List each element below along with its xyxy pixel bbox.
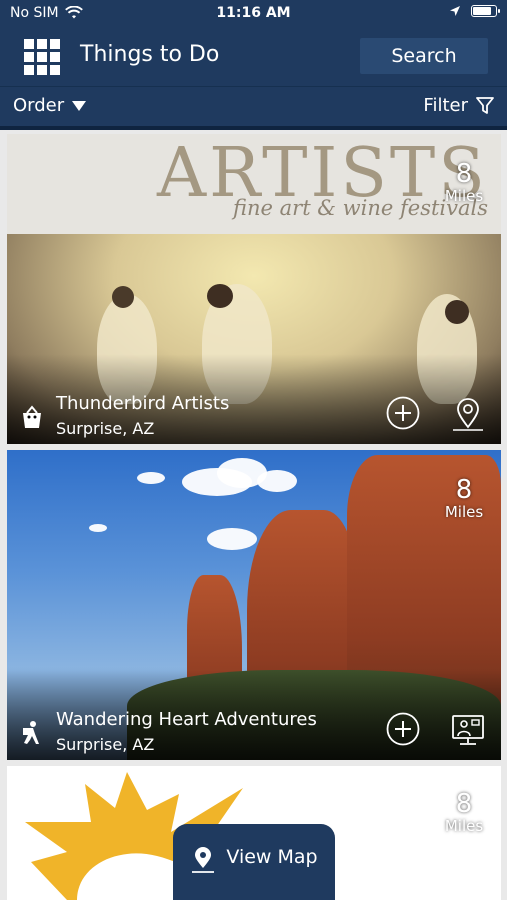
status-right <box>449 5 500 17</box>
add-favorite-icon[interactable] <box>386 712 420 746</box>
page-title: Things to Do <box>80 42 220 67</box>
order-label: Order <box>13 95 65 116</box>
app-header: Things to Do Search <box>0 28 507 86</box>
view-map-label: View Map <box>226 846 318 868</box>
distance-badge: 8 Miles <box>435 790 493 834</box>
banner-image: ARTISTS fine art & wine festivals <box>7 134 501 234</box>
add-favorite-icon[interactable] <box>386 396 420 430</box>
distance-value: 8 <box>455 475 473 505</box>
map-pin-icon <box>192 847 215 873</box>
filter-label: Filter <box>423 95 468 116</box>
distance-badge: 8 Miles <box>435 476 493 520</box>
distance-unit: Miles <box>444 503 484 521</box>
status-bar: No SIM 11:16 AM <box>0 0 507 28</box>
listing-name: Thunderbird Artists <box>56 393 230 414</box>
listing-location: Surprise, AZ <box>56 735 155 754</box>
view-map-button[interactable]: View Map <box>173 824 335 900</box>
header-divider <box>0 126 507 130</box>
filter-funnel-icon <box>476 96 494 114</box>
distance-badge: 8 Miles <box>435 160 493 204</box>
clock: 11:16 AM <box>216 5 291 21</box>
grid-menu-icon[interactable] <box>24 39 60 75</box>
search-button[interactable]: Search <box>360 38 488 74</box>
caret-down-icon <box>72 100 87 111</box>
listing-name: Wandering Heart Adventures <box>56 709 317 730</box>
battery-icon <box>471 5 500 17</box>
listing-card[interactable]: ARTISTS fine art & wine festivals 8 Mile… <box>7 134 501 444</box>
distance-unit: Miles <box>444 817 484 835</box>
filter-button[interactable]: Filter <box>423 95 494 116</box>
shopping-bag-icon <box>23 405 41 428</box>
location-arrow-icon <box>450 6 460 16</box>
sort-filter-bar: Order Filter <box>0 86 507 126</box>
listing-location: Surprise, AZ <box>56 419 155 438</box>
distance-unit: Miles <box>444 187 484 205</box>
virtual-tour-icon[interactable] <box>450 712 486 748</box>
map-pin-icon[interactable] <box>450 396 486 432</box>
distance-value: 8 <box>455 789 473 819</box>
order-dropdown[interactable]: Order <box>13 95 87 116</box>
hiker-icon <box>23 721 39 744</box>
listing-card[interactable]: 8 Miles Wandering Heart Adventures Surpr… <box>7 450 501 760</box>
distance-value: 8 <box>455 159 473 189</box>
